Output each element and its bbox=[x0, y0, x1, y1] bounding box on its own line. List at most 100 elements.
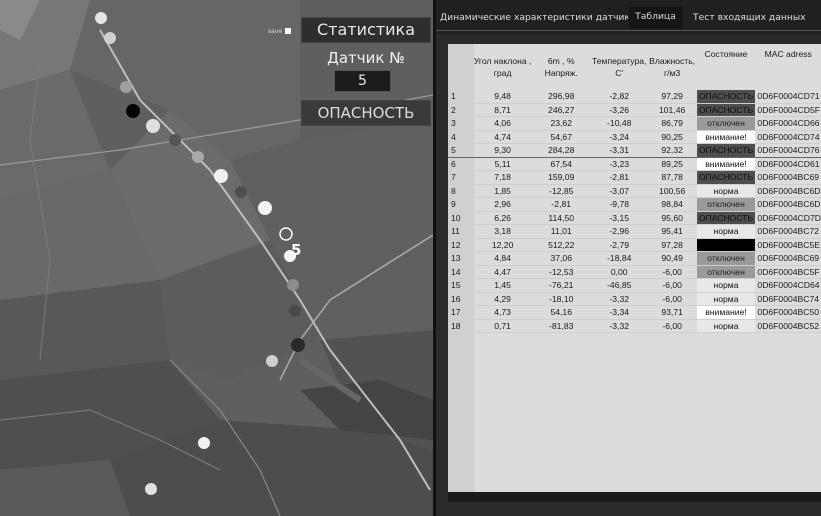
table-cell[interactable]: -10,48 bbox=[590, 116, 648, 131]
mac-cell[interactable]: 0D6F0004CD5F bbox=[755, 103, 821, 117]
table-row[interactable]: 13 4,84 37,06 -18,84 90,49 отключен 0D6F0004BC… bbox=[448, 251, 821, 266]
status-badge[interactable]: отключен bbox=[696, 116, 756, 131]
table-cell[interactable]: 159,09 bbox=[531, 170, 591, 185]
table-cell[interactable]: 90,49 bbox=[647, 251, 697, 266]
mac-cell[interactable]: 0D6F0004CD64 bbox=[755, 278, 821, 293]
mac-cell[interactable]: 0D6F0004BC74 bbox=[755, 292, 821, 306]
table-row[interactable]: 1 9,48 296,98 -2,82 97,29 ОПАСНОСТЬ 0D6F0004CD… bbox=[448, 90, 821, 104]
table-cell[interactable]: 95,41 bbox=[647, 224, 697, 239]
status-badge[interactable]: норма bbox=[696, 319, 756, 333]
mac-cell[interactable]: 0D6F0004BC52 bbox=[755, 319, 821, 333]
status-badge[interactable]: норма bbox=[696, 292, 756, 306]
table-cell[interactable]: -3,32 bbox=[590, 319, 648, 333]
table-cell[interactable]: -2,79 bbox=[590, 238, 648, 252]
table-cell[interactable]: -3,32 bbox=[590, 292, 648, 306]
table-cell[interactable]: 4,74 bbox=[473, 130, 532, 144]
table-row[interactable]: 17 4,73 54,16 -3,34 93,71 внимание! 0D6F0004BC… bbox=[448, 305, 821, 320]
table-row[interactable]: 5 9,30 284,28 -3,31 92,32 ОПАСНОСТЬ 0D6F0004CD… bbox=[448, 143, 821, 158]
table-cell[interactable]: -2,82 bbox=[590, 90, 648, 104]
table-cell[interactable]: -2,81 bbox=[531, 197, 591, 212]
mac-cell[interactable]: 0D6F0004BC72 bbox=[755, 224, 821, 239]
table-cell[interactable]: 9,48 bbox=[473, 90, 532, 104]
column-header[interactable]: 6m , % Напряж. bbox=[532, 44, 591, 90]
table-cell[interactable]: 284,28 bbox=[531, 143, 591, 158]
table-cell[interactable]: 54,16 bbox=[531, 305, 591, 320]
table-cell[interactable]: 0,71 bbox=[473, 319, 532, 333]
satellite-map[interactable]: 5 save Статистика Датчик № 5 ОПАСНОСТЬ bbox=[0, 0, 433, 516]
column-header[interactable]: Угол наклона , град bbox=[474, 44, 532, 90]
table-cell[interactable]: -3,24 bbox=[590, 130, 648, 144]
table-cell[interactable]: 12,20 bbox=[473, 238, 532, 252]
table-cell[interactable]: 67,54 bbox=[531, 157, 591, 171]
table-cell[interactable]: 2,96 bbox=[473, 197, 532, 212]
tab-input-test[interactable]: Тест входящих данных bbox=[686, 8, 821, 28]
mac-cell[interactable]: 0D6F0004CD66 bbox=[755, 116, 821, 131]
table-cell[interactable]: -12,53 bbox=[531, 265, 591, 279]
table-cell[interactable]: -18,84 bbox=[590, 251, 648, 266]
tab-table[interactable]: Таблица bbox=[629, 7, 682, 29]
table-cell[interactable]: 89,25 bbox=[647, 157, 697, 171]
table-cell[interactable]: 3,18 bbox=[473, 224, 532, 239]
table-cell[interactable]: 4,06 bbox=[473, 116, 532, 131]
column-header[interactable]: MAC adress bbox=[755, 44, 821, 90]
table-row[interactable]: 14 4,47 -12,53 0,00 -6,00 отключен 0D6F0004BC5… bbox=[448, 265, 821, 279]
table-cell[interactable]: 100,56 bbox=[647, 184, 697, 198]
mac-cell[interactable]: 0D6F0004BC6D bbox=[755, 184, 821, 198]
table-cell[interactable]: 86,79 bbox=[647, 116, 697, 131]
status-badge[interactable]: норма bbox=[696, 184, 756, 198]
table-cell[interactable]: 37,06 bbox=[531, 251, 591, 266]
table-cell[interactable]: 97,29 bbox=[647, 90, 697, 104]
mac-cell[interactable]: 0D6F0004CD74 bbox=[755, 130, 821, 144]
status-badge[interactable]: внимание! bbox=[696, 305, 756, 320]
table-cell[interactable]: 98,84 bbox=[647, 197, 697, 212]
mac-cell[interactable]: 0D6F0004CD61 bbox=[755, 157, 821, 171]
table-cell[interactable]: 95,60 bbox=[647, 211, 697, 225]
table-cell[interactable]: 1,45 bbox=[473, 278, 532, 293]
table-row[interactable]: 12 12,20 512,22 -2,79 97,28 0D6F0004BC5E bbox=[448, 238, 821, 252]
table-cell[interactable]: -2,81 bbox=[590, 170, 648, 185]
status-badge[interactable]: отключен bbox=[696, 265, 756, 279]
table-cell[interactable]: 92,32 bbox=[647, 143, 697, 158]
table-cell[interactable]: -3,07 bbox=[590, 184, 648, 198]
mac-cell[interactable]: 0D6F0004BC69 bbox=[755, 251, 821, 266]
table-cell[interactable]: 0,00 bbox=[590, 265, 648, 279]
table-cell[interactable]: -3,23 bbox=[590, 157, 648, 171]
status-badge[interactable]: ОПАСНОСТЬ bbox=[696, 143, 756, 158]
table-cell[interactable]: 4,29 bbox=[473, 292, 532, 306]
table-cell[interactable]: -6,00 bbox=[647, 265, 697, 279]
mac-cell[interactable]: 0D6F0004BC5F bbox=[755, 265, 821, 279]
mac-cell[interactable]: 0D6F0004BC6D bbox=[755, 197, 821, 212]
table-row[interactable]: 10 6,26 114,50 -3,15 95,60 ОПАСНОСТЬ 0D6F0004C… bbox=[448, 211, 821, 225]
table-cell[interactable]: -6,00 bbox=[647, 319, 697, 333]
table-cell[interactable]: 1,85 bbox=[473, 184, 532, 198]
tab-dynamics[interactable]: Динамические характеристики датчика bbox=[440, 8, 628, 28]
table-cell[interactable]: -3,34 bbox=[590, 305, 648, 320]
mac-cell[interactable]: 0D6F0004CD7D bbox=[755, 211, 821, 225]
table-cell[interactable]: -18,10 bbox=[531, 292, 591, 306]
status-badge[interactable]: отключен bbox=[696, 251, 756, 266]
table-cell[interactable]: 9,30 bbox=[473, 143, 532, 158]
table-scrollbar[interactable] bbox=[448, 492, 821, 502]
status-badge[interactable] bbox=[696, 238, 756, 252]
status-badge[interactable]: ОПАСНОСТЬ bbox=[696, 103, 756, 117]
mac-cell[interactable]: 0D6F0004CD71 bbox=[755, 90, 821, 104]
table-cell[interactable]: 87,78 bbox=[647, 170, 697, 185]
table-cell[interactable]: 5,11 bbox=[473, 157, 532, 171]
table-cell[interactable]: -2,96 bbox=[590, 224, 648, 239]
table-cell[interactable]: 4,84 bbox=[473, 251, 532, 266]
table-row[interactable]: 18 0,71 -81,83 -3,32 -6,00 норма 0D6F0004BC52 bbox=[448, 319, 821, 333]
table-cell[interactable]: 54,67 bbox=[531, 130, 591, 144]
table-cell[interactable]: -81,83 bbox=[531, 319, 591, 333]
table-cell[interactable]: 114,50 bbox=[531, 211, 591, 225]
table-cell[interactable]: -3,31 bbox=[590, 143, 648, 158]
status-badge[interactable]: ОПАСНОСТЬ bbox=[696, 90, 756, 104]
column-header[interactable]: Влажность, г/м3 bbox=[648, 44, 697, 90]
table-cell[interactable]: 23,62 bbox=[531, 116, 591, 131]
statistics-button[interactable]: Статистика bbox=[301, 17, 431, 43]
table-cell[interactable]: 90,25 bbox=[647, 130, 697, 144]
table-cell[interactable]: 296,98 bbox=[531, 90, 591, 104]
sensor-number-field[interactable]: 5 bbox=[334, 70, 391, 92]
table-cell[interactable]: -76,21 bbox=[531, 278, 591, 293]
mac-cell[interactable]: 0D6F0004BC5E bbox=[755, 238, 821, 252]
mac-cell[interactable]: 0D6F0004BC69 bbox=[755, 170, 821, 185]
